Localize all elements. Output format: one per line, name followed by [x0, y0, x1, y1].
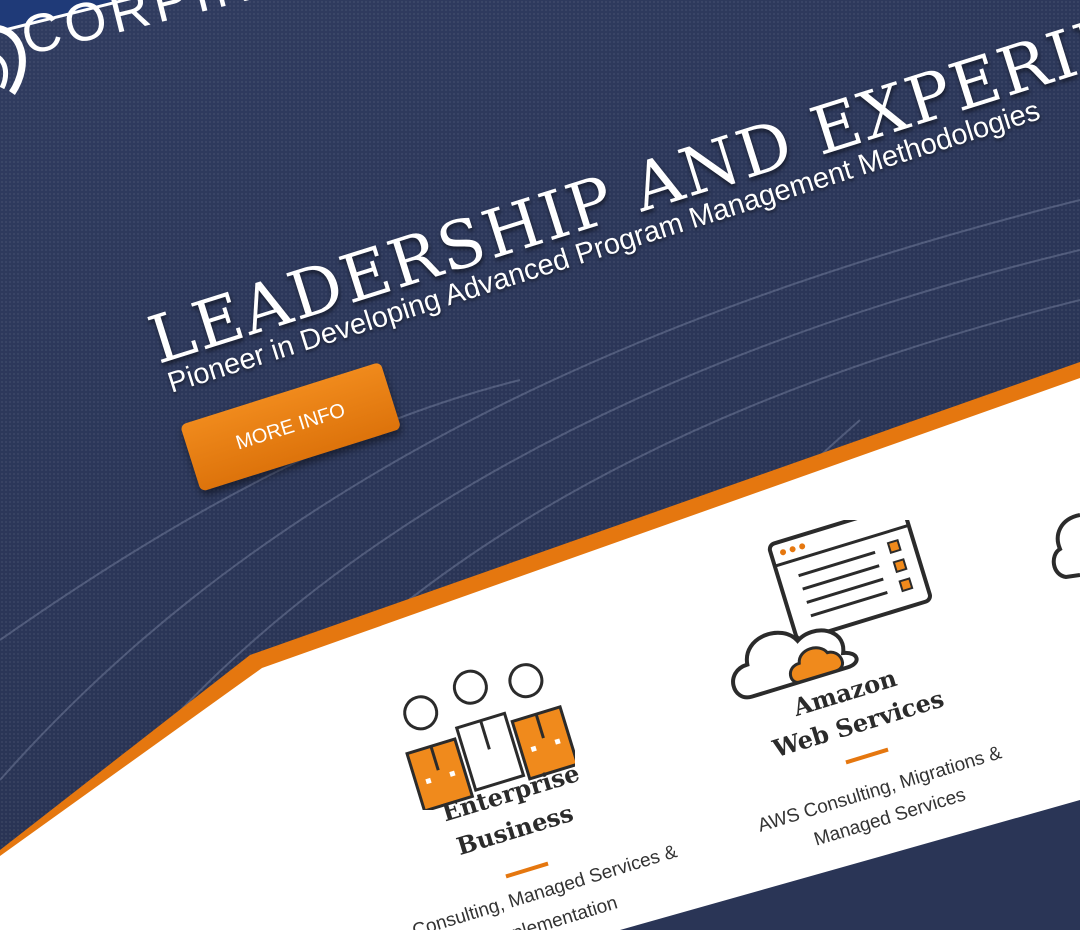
partial-cloud-icon [1051, 513, 1080, 580]
page: CORPINA LEADERSHIP AND EXPERIENCE Pionee… [0, 0, 1080, 930]
cloud-browser-icon [731, 520, 932, 700]
